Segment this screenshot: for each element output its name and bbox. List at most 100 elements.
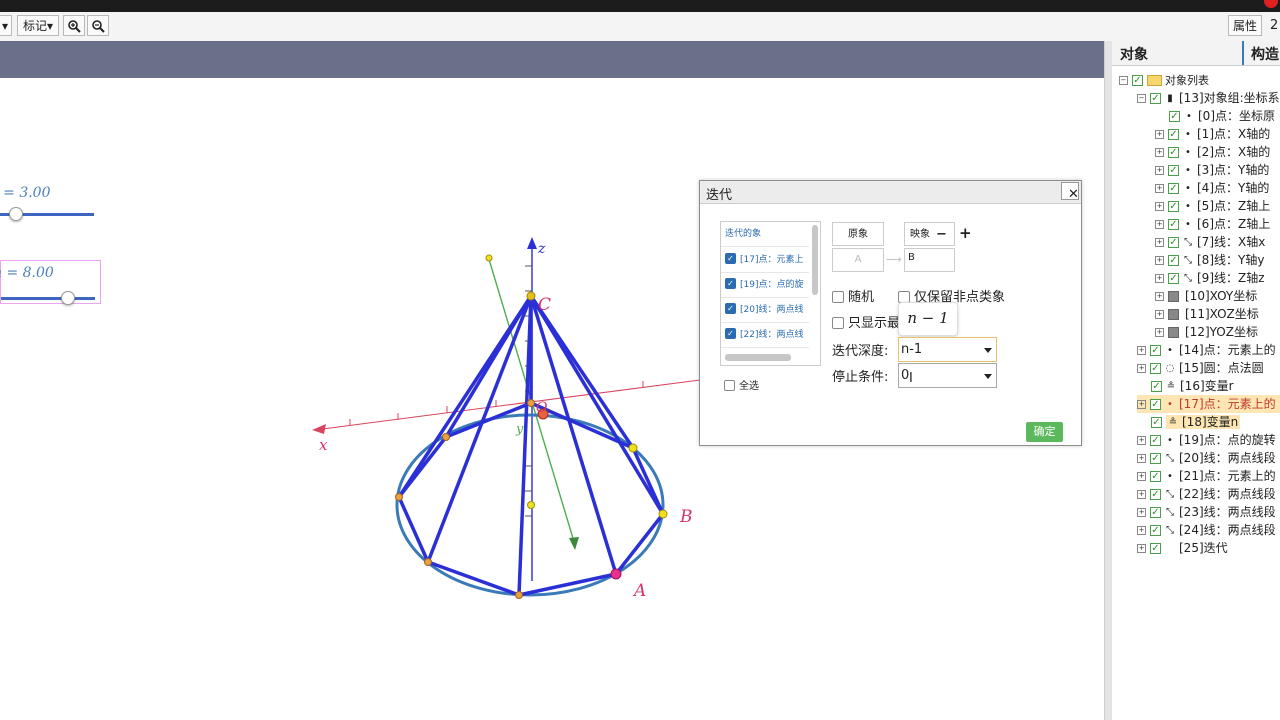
expand-icon[interactable]: +: [1155, 148, 1164, 157]
checkbox-icon[interactable]: ✓: [1150, 93, 1161, 104]
tree-item-0[interactable]: ✓ • [0]点：坐标原: [1169, 107, 1275, 125]
checkbox-icon[interactable]: ✓: [725, 303, 736, 314]
ok-button[interactable]: 确定: [1026, 422, 1063, 442]
checkbox-icon[interactable]: ✓: [1168, 273, 1179, 284]
expand-icon[interactable]: +: [1155, 238, 1164, 247]
tree-item-5[interactable]: + ✓ • [5]点：Z轴上: [1155, 197, 1270, 215]
tab-objects[interactable]: 对象: [1120, 44, 1148, 64]
tree-item-21[interactable]: + ✓ • [21]点：元素上的: [1137, 467, 1276, 485]
plus-icon[interactable]: +: [959, 224, 972, 242]
tree-item-10[interactable]: + [10]XOY坐标: [1155, 287, 1257, 305]
expand-icon[interactable]: +: [1155, 292, 1164, 301]
checkbox-icon[interactable]: ✓: [1132, 75, 1143, 86]
checkbox-icon[interactable]: ✓: [725, 328, 736, 339]
tree-item-14[interactable]: + ✓ • [14]点：元素上的: [1137, 341, 1276, 359]
tree-item-18[interactable]: ✓ ≗ [18]变量n: [1151, 413, 1241, 431]
checkbox-icon[interactable]: ✓: [1151, 381, 1162, 392]
tree-item-3[interactable]: + ✓ • [3]点：Y轴的: [1155, 161, 1269, 179]
tree-item-16[interactable]: ✓ ≗ [16]变量r: [1151, 377, 1234, 395]
tree-item-17[interactable]: + ✓ • [17]点：元素上的: [1137, 395, 1280, 413]
tree-item-11[interactable]: + [11]XOZ坐标: [1155, 305, 1259, 323]
checkbox-icon[interactable]: ✓: [1150, 507, 1161, 518]
expand-icon[interactable]: +: [1137, 508, 1146, 517]
checkbox-icon[interactable]: ✓: [1168, 255, 1179, 266]
expand-icon[interactable]: +: [1137, 400, 1146, 409]
expand-icon[interactable]: +: [1155, 202, 1164, 211]
properties-button[interactable]: 属性: [1228, 15, 1262, 36]
tree-item-6[interactable]: + ✓ • [6]点：Z轴上: [1155, 215, 1270, 233]
dropdown-arrow-button[interactable]: ▾: [0, 15, 12, 36]
list-horizontal-scrollbar[interactable]: [725, 354, 791, 361]
list-item[interactable]: ✓ [20]线：两点线: [721, 298, 809, 323]
checkbox-icon[interactable]: [832, 290, 844, 303]
checkbox-icon[interactable]: ✓: [1150, 435, 1161, 446]
random-checkbox[interactable]: 随机: [832, 286, 874, 305]
show-only-checkbox[interactable]: 只显示最: [832, 312, 900, 331]
expand-icon[interactable]: +: [1155, 274, 1164, 283]
expand-icon[interactable]: +: [1137, 490, 1146, 499]
expand-icon[interactable]: +: [1155, 130, 1164, 139]
expand-icon[interactable]: +: [1155, 166, 1164, 175]
expand-icon[interactable]: +: [1155, 328, 1164, 337]
tree-item-8[interactable]: + ✓ ⤡ [8]线：Y轴y: [1155, 251, 1264, 269]
tree-item-1[interactable]: + ✓ • [1]点：X轴的: [1155, 125, 1270, 143]
zoom-out-button[interactable]: [87, 15, 109, 36]
tree-item-4[interactable]: + ✓ • [4]点：Y轴的: [1155, 179, 1269, 197]
checkbox-icon[interactable]: ✓: [1168, 201, 1179, 212]
panel-splitter[interactable]: [1104, 41, 1112, 720]
checkbox-icon[interactable]: ✓: [1168, 237, 1179, 248]
list-vertical-scrollbar[interactable]: [812, 225, 818, 295]
mark-dropdown-button[interactable]: 标记▾: [17, 15, 59, 36]
tree-item-9[interactable]: + ✓ ⤡ [9]线：Z轴z: [1155, 269, 1265, 287]
checkbox-icon[interactable]: ✓: [1150, 453, 1161, 464]
tree-item-19[interactable]: + ✓ • [19]点：点的旋转: [1137, 431, 1276, 449]
checkbox-icon[interactable]: ✓: [1150, 471, 1161, 482]
expand-icon[interactable]: +: [1155, 310, 1164, 319]
expand-icon[interactable]: +: [1137, 346, 1146, 355]
checkbox-icon[interactable]: ✓: [1169, 111, 1180, 122]
tab-construct[interactable]: 构造: [1251, 44, 1279, 64]
list-item[interactable]: ✓ [22]线：两点线: [721, 323, 809, 348]
checkbox-icon[interactable]: ✓: [1151, 417, 1162, 428]
expand-icon[interactable]: +: [1155, 184, 1164, 193]
pre-image-field[interactable]: A: [832, 248, 884, 272]
image-field[interactable]: B: [904, 248, 955, 272]
list-item[interactable]: ✓ [17]点：元素上: [721, 248, 809, 273]
expand-icon[interactable]: +: [1137, 472, 1146, 481]
checkbox-icon[interactable]: ✓: [1168, 129, 1179, 140]
close-window-icon[interactable]: [1264, 0, 1278, 8]
expand-icon[interactable]: +: [1155, 256, 1164, 265]
expand-icon[interactable]: +: [1137, 436, 1146, 445]
expand-icon[interactable]: +: [1137, 544, 1146, 553]
checkbox-icon[interactable]: [832, 316, 844, 329]
checkbox-icon[interactable]: ✓: [1150, 543, 1161, 554]
expand-icon[interactable]: +: [1155, 220, 1164, 229]
checkbox-icon[interactable]: ✓: [1150, 525, 1161, 536]
checkbox-icon[interactable]: ✓: [1168, 165, 1179, 176]
checkbox-icon[interactable]: ✓: [1150, 399, 1161, 410]
tree-item-13[interactable]: − ✓ ▮ [13]对象组:坐标系: [1137, 89, 1280, 107]
collapse-icon[interactable]: −: [1119, 76, 1128, 85]
checkbox-icon[interactable]: ✓: [1150, 363, 1161, 374]
collapse-icon[interactable]: −: [1137, 94, 1146, 103]
select-all-checkbox[interactable]: 全选: [724, 377, 759, 393]
expand-icon[interactable]: +: [1137, 454, 1146, 463]
tree-root[interactable]: − ✓ 对象列表: [1119, 71, 1209, 89]
checkbox-icon[interactable]: [724, 379, 735, 391]
dialog-title-bar[interactable]: 迭代 ✕: [700, 181, 1081, 204]
stop-condition-select[interactable]: 0I: [898, 363, 997, 388]
dialog-close-button[interactable]: ✕: [1061, 182, 1079, 202]
checkbox-icon[interactable]: ✓: [1150, 345, 1161, 356]
list-item[interactable]: ✓ [19]点：点的旋: [721, 273, 809, 298]
tree-item-2[interactable]: + ✓ • [2]点：X轴的: [1155, 143, 1270, 161]
tree-item-23[interactable]: + ✓ ⤡ [23]线：两点线段: [1137, 503, 1276, 521]
zoom-in-button[interactable]: [63, 15, 85, 36]
checkbox-icon[interactable]: ✓: [1168, 219, 1179, 230]
tree-item-7[interactable]: + ✓ ⤡ [7]线：X轴x: [1155, 233, 1265, 251]
tree-item-25[interactable]: + ✓ [25]迭代: [1137, 539, 1228, 557]
checkbox-icon[interactable]: ✓: [1168, 147, 1179, 158]
expand-icon[interactable]: +: [1137, 364, 1146, 373]
checkbox-icon[interactable]: ✓: [725, 253, 736, 264]
checkbox-icon[interactable]: ✓: [725, 278, 736, 289]
tree-item-24[interactable]: + ✓ ⤡ [24]线：两点线段: [1137, 521, 1276, 539]
